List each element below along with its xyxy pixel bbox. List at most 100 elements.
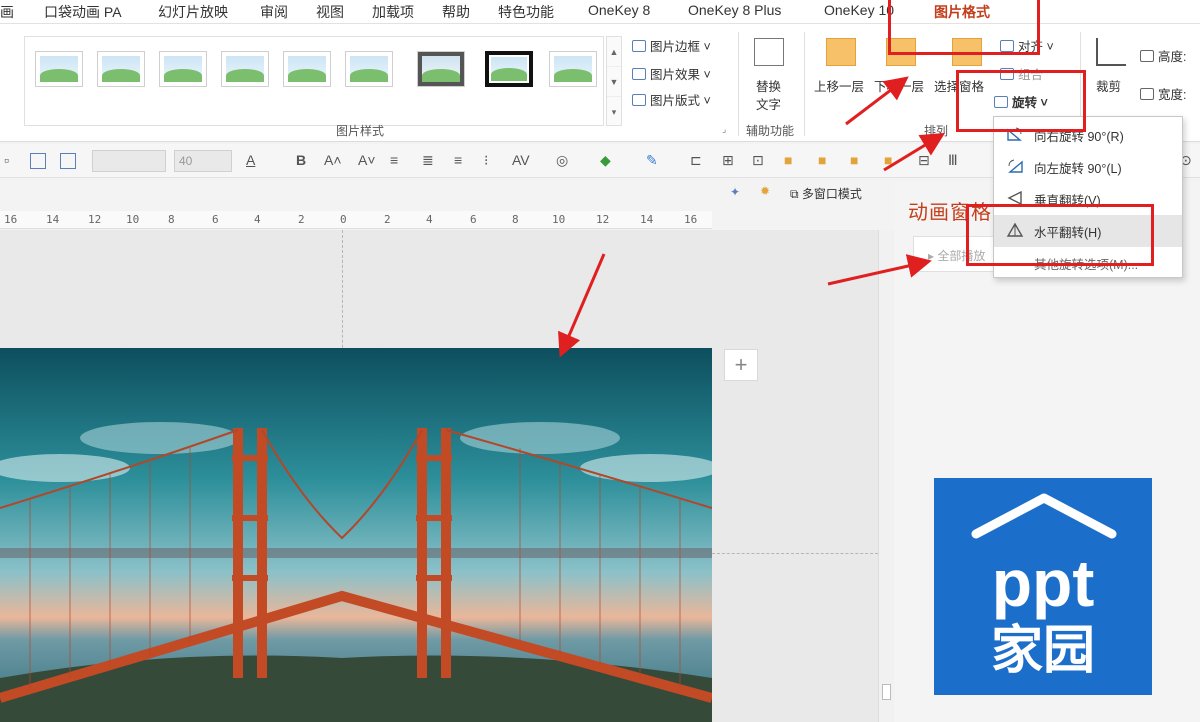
ppt-home-logo: ppt 家园	[934, 478, 1152, 695]
tab-special-features[interactable]: 特色功能	[498, 2, 554, 22]
tab-slideshow[interactable]: 幻灯片放映	[158, 2, 228, 22]
font-size-box[interactable]: 40	[174, 150, 232, 172]
media-icon[interactable]	[60, 153, 76, 169]
picture-style-thumb[interactable]	[35, 51, 83, 87]
highlight-flip-horizontal	[966, 204, 1154, 266]
grow-font-icon[interactable]: A˄	[324, 152, 342, 168]
height-icon	[1140, 50, 1154, 62]
ruler-tick: 16	[684, 213, 698, 226]
insert-text-icon[interactable]	[30, 153, 46, 169]
picture-style-thumb[interactable]	[485, 51, 533, 87]
gallery-more-icon[interactable]: ▾	[607, 97, 621, 127]
arrange-back-icon[interactable]: ■	[884, 152, 892, 168]
canvas-scrollbar[interactable]	[878, 230, 894, 722]
distribute-icon[interactable]: Ⅲ	[948, 152, 958, 169]
text-box-icon[interactable]: ▫	[4, 152, 9, 168]
picture-layout-button[interactable]: 图片版式 ˅	[632, 90, 711, 109]
alt-text-button-line1[interactable]: 替换	[756, 76, 781, 95]
picture-style-thumb[interactable]	[417, 51, 465, 87]
align-center-icon[interactable]: ≡	[390, 152, 398, 168]
picture-style-thumb[interactable]	[221, 51, 269, 87]
ruler-tick: 16	[4, 213, 18, 226]
tab-draw[interactable]: 画	[0, 2, 14, 22]
alt-text-icon	[754, 38, 784, 66]
shrink-font-icon[interactable]: A˅	[358, 152, 376, 168]
picture-style-thumb[interactable]	[97, 51, 145, 87]
tab-addins[interactable]: 加载项	[372, 2, 414, 22]
ruler-tick: 6	[470, 213, 477, 226]
arrange-front-icon[interactable]: ■	[850, 152, 858, 168]
multi-window-button[interactable]: ⧉ 多窗口模式	[790, 185, 862, 202]
alt-text-button-line2[interactable]: 文字	[756, 94, 781, 113]
gear-icon[interactable]: ✹	[760, 184, 770, 198]
highlight-picture-format-tab	[888, 0, 1040, 55]
picture-style-thumb[interactable]	[283, 51, 331, 87]
horizontal-guide	[712, 553, 878, 554]
crop-shape-icon[interactable]: ⊏	[690, 152, 702, 169]
ruler-tick: 14	[46, 213, 60, 226]
picture-style-thumb[interactable]	[345, 51, 393, 87]
picture-border-button[interactable]: 图片边框 ˅	[632, 36, 711, 55]
justify-icon[interactable]: ≣	[422, 152, 434, 169]
align-left-icon[interactable]: ≡	[454, 152, 462, 168]
divider	[738, 32, 739, 136]
paint-bucket-icon[interactable]: ◆	[600, 152, 611, 169]
add-button[interactable]: +	[724, 349, 758, 381]
accessibility-group-label: 辅助功能	[746, 124, 795, 138]
chevron-down-icon[interactable]: ▼	[607, 67, 621, 97]
highlight-rotate-button	[956, 70, 1086, 132]
shape-fill-icon[interactable]: ◎	[556, 152, 568, 169]
ruler-tick: 6	[212, 213, 219, 226]
picture-style-thumb[interactable]	[549, 51, 597, 87]
bridge-photo-graphic	[0, 348, 712, 722]
ruler-tick: 10	[126, 213, 140, 226]
crop-button[interactable]: 裁剪	[1096, 76, 1121, 95]
dialog-launcher-icon[interactable]: ⌟	[722, 124, 726, 135]
play-icon: ▸	[928, 249, 938, 263]
menu-item-rotate-left[interactable]: 向左旋转 90°(L)	[994, 151, 1182, 183]
ruler-tick: 4	[254, 213, 261, 226]
font-color-icon[interactable]: A	[246, 152, 255, 168]
tab-view[interactable]: 视图	[316, 2, 344, 22]
pane-tools: ✦ ✹ ⧉ 多窗口模式	[724, 182, 894, 206]
tab-onekey-8-plus[interactable]: OneKey 8 Plus	[688, 2, 781, 18]
plus-icon: +	[734, 352, 748, 377]
pin-icon[interactable]: ✦	[730, 185, 740, 199]
arrange-backward-icon[interactable]: ■	[818, 152, 826, 168]
arrange-forward-icon[interactable]: ■	[784, 152, 792, 168]
ruler-tick: 14	[640, 213, 654, 226]
tab-pocket-animation[interactable]: 口袋动画 PA	[44, 2, 122, 22]
divider	[804, 32, 805, 136]
ruler-tick: 8	[512, 213, 519, 226]
picture-border-icon	[632, 40, 646, 52]
tab-help[interactable]: 帮助	[442, 2, 470, 22]
picture-layout-icon	[632, 94, 646, 106]
bring-forward-button[interactable]: 上移一层	[814, 76, 864, 95]
slide-picture[interactable]	[0, 348, 712, 722]
tab-onekey-8[interactable]: OneKey 8	[588, 2, 650, 18]
position-icon[interactable]: ⊞	[722, 152, 734, 169]
tab-review[interactable]: 审阅	[260, 2, 288, 22]
picture-effects-button[interactable]: 图片效果 ˅	[632, 64, 711, 83]
ruler-tick: 8	[168, 213, 175, 226]
align-objects-icon[interactable]: ⊟	[918, 152, 930, 169]
width-label: 宽度:	[1140, 84, 1186, 103]
send-backward-button[interactable]: 下移一层	[874, 76, 924, 95]
picture-styles-group-label: 图片样式	[336, 124, 385, 138]
gallery-scrollbar[interactable]: ▲ ▼ ▾	[606, 36, 622, 126]
char-spacing-icon[interactable]: AV	[512, 152, 530, 168]
group-icon[interactable]: ⊡	[752, 152, 764, 169]
font-name-box[interactable]	[92, 150, 166, 172]
shape-outline-icon[interactable]: ✎	[646, 152, 658, 169]
bullets-icon[interactable]: ⁝	[484, 152, 488, 169]
chevron-up-icon[interactable]: ▲	[607, 37, 621, 67]
picture-style-thumb[interactable]	[159, 51, 207, 87]
bold-icon[interactable]: B	[296, 152, 306, 168]
width-icon	[1140, 88, 1154, 100]
crop-icon	[1096, 38, 1126, 66]
tab-onekey-10[interactable]: OneKey 10	[824, 2, 894, 18]
ruler-tick: 4	[426, 213, 433, 226]
scrollbar-thumb[interactable]	[882, 684, 891, 700]
picture-styles-gallery[interactable]	[24, 36, 604, 126]
ruler-tick: 12	[596, 213, 610, 226]
